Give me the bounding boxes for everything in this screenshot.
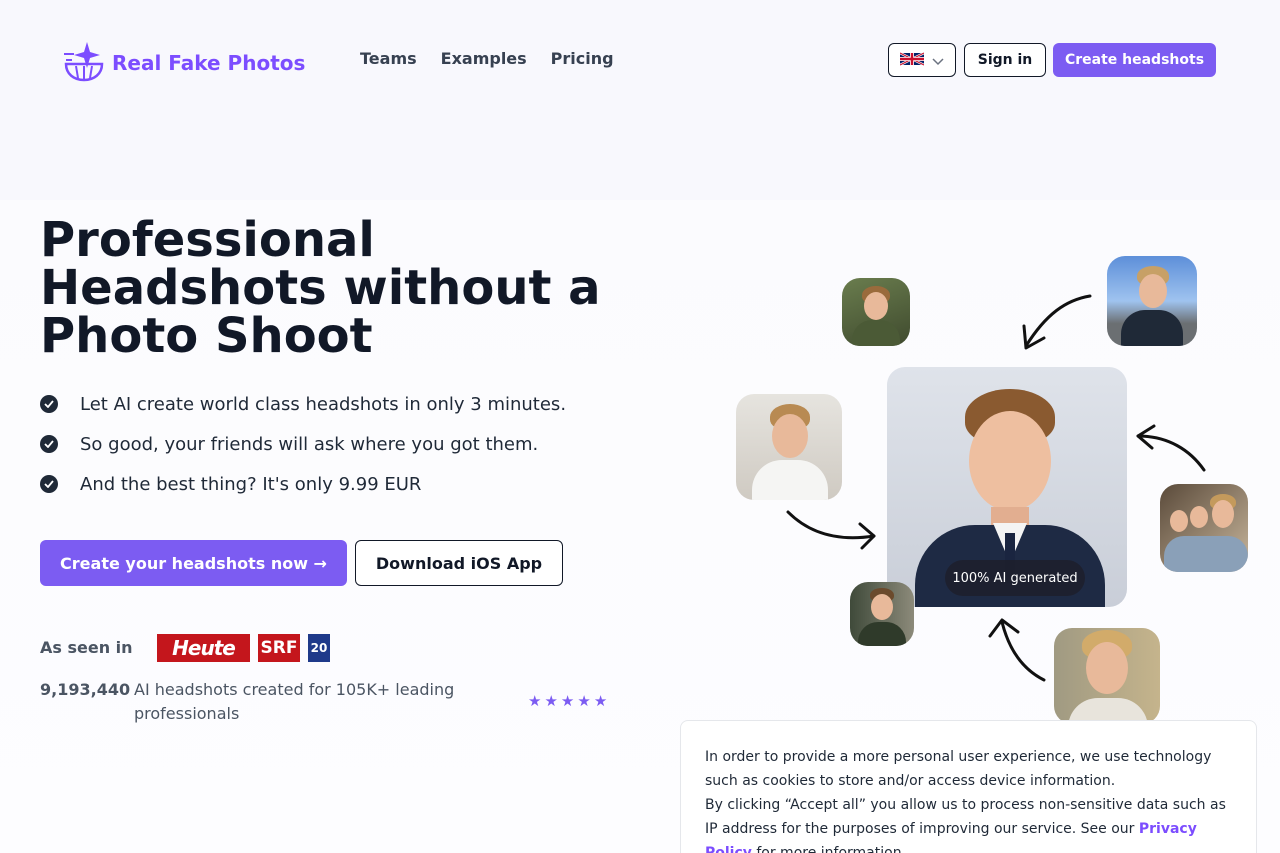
language-selector[interactable] <box>888 43 956 77</box>
feature-list: Let AI create world class headshots in o… <box>40 384 566 504</box>
star-icon: ★ <box>544 692 558 710</box>
check-icon <box>40 475 58 493</box>
arrow-icon <box>988 618 1046 682</box>
feature-text: And the best thing? It's only 9.99 EUR <box>80 473 422 495</box>
arrow-icon <box>1136 424 1206 472</box>
input-photo-city <box>1107 256 1197 346</box>
as-seen-in-label: As seen in <box>40 638 133 657</box>
srf-logo: SRF <box>258 634 300 662</box>
cookie-text-consent: By clicking “Accept all” you allow us to… <box>705 793 1232 853</box>
brand-logo[interactable]: Real Fake Photos <box>62 40 305 86</box>
star-icon: ★ <box>593 692 608 710</box>
star-icon: ★ <box>528 692 542 710</box>
check-icon <box>40 435 58 453</box>
cookie-consent-suffix: for more information. <box>751 845 907 853</box>
arrow-icon <box>786 510 876 550</box>
cookie-consent-banner: In order to provide a more personal user… <box>680 720 1257 853</box>
feature-text: Let AI create world class headshots in o… <box>80 393 567 415</box>
logo-sparkle-icon <box>62 40 106 86</box>
headshot-count: 9,193,440 <box>40 680 131 699</box>
download-ios-app-button[interactable]: Download iOS App <box>355 540 563 586</box>
input-photo-green <box>842 278 910 346</box>
ai-generated-badge: 100% AI generated <box>945 560 1085 596</box>
nav-examples[interactable]: Examples <box>441 49 527 68</box>
twenty-minuten-logo: 20 <box>308 634 330 662</box>
chevron-down-icon <box>932 51 944 70</box>
list-item: And the best thing? It's only 9.99 EUR <box>40 464 566 504</box>
create-headshots-button[interactable]: Create headshots <box>1053 43 1216 77</box>
nav-teams[interactable]: Teams <box>360 49 417 68</box>
nav-pricing[interactable]: Pricing <box>551 49 614 68</box>
feature-text: So good, your friends will ask where you… <box>80 433 539 455</box>
arrow-icon <box>1022 294 1092 350</box>
input-photo-group <box>1160 484 1248 572</box>
star-icon: ★ <box>577 692 591 710</box>
input-photo-curly <box>1054 628 1160 724</box>
input-photo-indoor <box>850 582 914 646</box>
page-title: Professional Headshots without a Photo S… <box>40 212 601 364</box>
list-item: So good, your friends will ask where you… <box>40 424 566 464</box>
input-photo-white <box>736 394 842 500</box>
uk-flag-icon <box>899 51 925 70</box>
cookie-text-info: In order to provide a more personal user… <box>705 749 1212 789</box>
check-icon <box>40 395 58 413</box>
star-icon: ★ <box>560 692 575 710</box>
brand-name: Real Fake Photos <box>112 51 306 75</box>
main-nav: Teams Examples Pricing <box>360 49 614 68</box>
sign-in-button[interactable]: Sign in <box>964 43 1046 77</box>
headshot-count-description: AI headshots created for 105K+ leading p… <box>134 680 455 723</box>
rating-stars: ★ ★ ★ ★ ★ <box>528 692 607 710</box>
list-item: Let AI create world class headshots in o… <box>40 384 566 424</box>
heute-logo: Heute <box>157 634 250 662</box>
create-headshots-now-button[interactable]: Create your headshots now → <box>40 540 347 586</box>
